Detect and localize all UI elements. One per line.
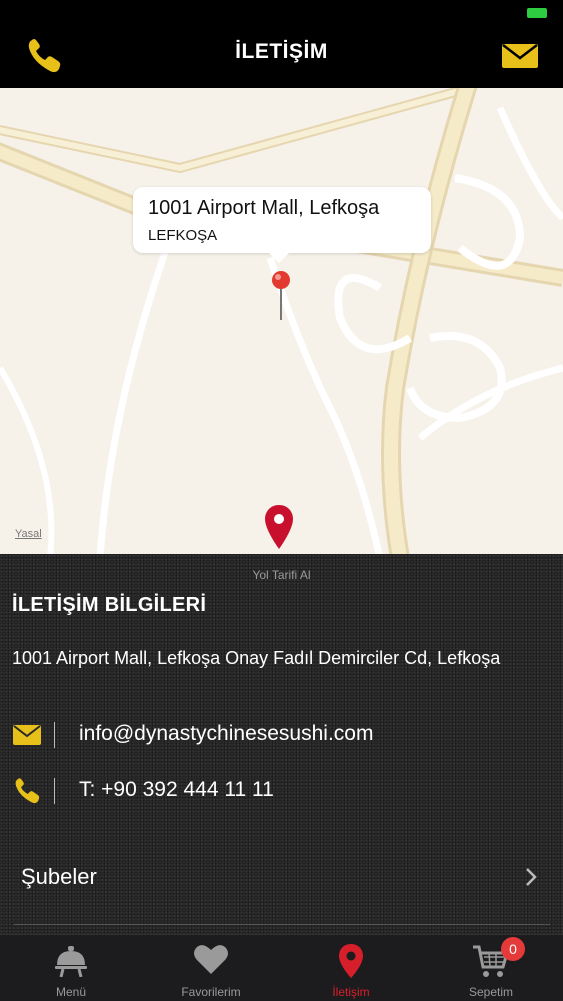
battery-icon xyxy=(527,8,547,18)
map-legal-link[interactable]: Yasal xyxy=(15,528,42,540)
status-bar xyxy=(0,0,563,22)
chevron-right-icon xyxy=(526,868,537,886)
address-text: 1001 Airport Mall, Lefkoşa Onay Fadıl De… xyxy=(12,648,501,668)
tab-label: Menü xyxy=(55,985,87,999)
heart-icon xyxy=(194,945,228,974)
get-directions-link[interactable]: Yol Tarifi Al xyxy=(0,568,563,582)
tab-favorites[interactable]: Favorilerim xyxy=(141,935,281,1001)
page-title: İLETİŞİM xyxy=(235,40,328,63)
callout-subtitle: LEFKOŞA xyxy=(148,227,218,244)
envelope-icon xyxy=(13,725,41,745)
location-marker-icon xyxy=(265,505,293,549)
phone-icon xyxy=(15,778,40,804)
location-pin-icon xyxy=(339,944,363,978)
email-link[interactable]: info@dynastychinesesushi.com xyxy=(79,722,373,746)
tab-contact[interactable]: İletişim xyxy=(281,935,421,1001)
contact-info-panel: Yol Tarifi Al İLETİŞİM BİLGİLERİ 1001 Ai… xyxy=(0,554,563,934)
tab-menu[interactable]: Menü xyxy=(1,935,141,1001)
divider xyxy=(54,722,55,748)
email-row[interactable]: info@dynastychinesesushi.com xyxy=(12,720,552,750)
tab-label: İletişim xyxy=(332,985,370,999)
map-pin-icon[interactable] xyxy=(270,270,292,322)
tab-cart[interactable]: 0 Sepetim xyxy=(421,935,561,1001)
waiter-cloche-icon xyxy=(55,946,87,977)
tab-label: Favorilerim xyxy=(181,985,241,999)
map-view[interactable]: 1001 Airport Mall, Lefkoşa LEFKOŞA Yasal xyxy=(0,88,563,554)
section-title: İLETİŞİM BİLGİLERİ xyxy=(12,594,207,616)
branches-label: Şubeler xyxy=(21,864,97,889)
phone-row[interactable]: T: +90 392 444 11 11 xyxy=(12,776,552,806)
divider xyxy=(54,778,55,804)
header-bar: İLETİŞİM xyxy=(0,22,563,88)
tab-bar: Menü Favorilerim İletişim 0 Sepetim xyxy=(0,934,563,1001)
envelope-icon[interactable] xyxy=(501,40,539,72)
map-callout[interactable]: 1001 Airport Mall, Lefkoşa LEFKOŞA xyxy=(133,187,431,263)
tab-label: Sepetim xyxy=(468,985,514,999)
callout-title: 1001 Airport Mall, Lefkoşa xyxy=(148,197,380,219)
branches-row[interactable]: Şubeler xyxy=(14,854,550,925)
cart-count-badge: 0 xyxy=(501,937,525,961)
phone-link[interactable]: T: +90 392 444 11 11 xyxy=(79,778,274,802)
